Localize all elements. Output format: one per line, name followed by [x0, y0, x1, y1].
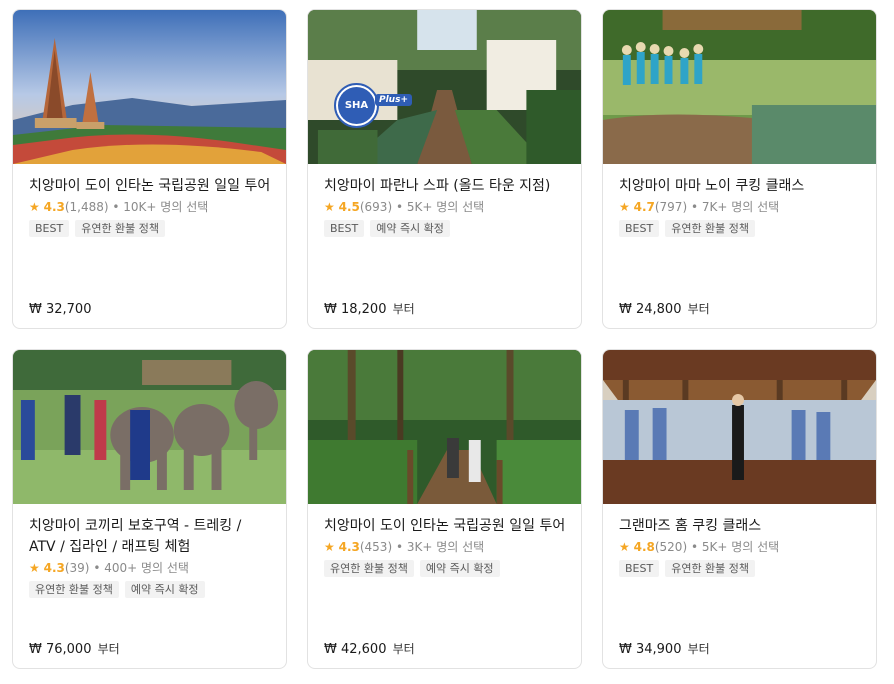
card-body: 치앙마이 도이 인타논 국립공원 일일 투어 ★ 4.3(1,488) • 10…	[29, 164, 272, 328]
tag-instant-confirm: 예약 즉시 확정	[419, 560, 500, 577]
price-suffix: 부터	[97, 642, 120, 656]
tag-instant-confirm: 예약 즉시 확정	[370, 220, 450, 237]
activity-card[interactable]: 치앙마이 코끼리 보호구역 - 트레킹 / ATV / 집라인 / 래프팅 체험…	[12, 349, 287, 669]
price-value: ₩ 18,200	[324, 302, 387, 317]
card-title[interactable]: 치앙마이 파란나 스파 (올드 타운 지점)	[324, 176, 567, 197]
tag-refund: 유연한 환불 정책	[665, 560, 756, 577]
card-body: 치앙마이 마마 노이 쿠킹 클래스 ★ 4.7(797) • 7K+ 명의 선택…	[619, 164, 862, 328]
tag-list: BEST 예약 즉시 확정	[324, 220, 567, 237]
rating-value: 4.3	[338, 540, 360, 554]
tag-list: BEST 유연한 환불 정책	[619, 220, 862, 237]
tag-best: BEST	[324, 220, 365, 237]
price-value: ₩ 42,600	[324, 642, 387, 657]
activity-card[interactable]: 그랜마즈 홈 쿠킹 클래스 ★ 4.8(520) • 5K+ 명의 선택 BES…	[602, 349, 877, 669]
tag-refund: 유연한 환불 정책	[665, 220, 756, 237]
rating-value: 4.3	[43, 561, 65, 575]
rating-value: 4.3	[43, 200, 65, 214]
tag-best: BEST	[619, 220, 660, 237]
star-icon: ★	[324, 200, 335, 214]
activity-card[interactable]: 치앙마이 마마 노이 쿠킹 클래스 ★ 4.7(797) • 7K+ 명의 선택…	[602, 9, 877, 329]
card-body: 치앙마이 코끼리 보호구역 - 트레킹 / ATV / 집라인 / 래프팅 체험…	[29, 504, 272, 668]
price: ₩ 34,900 부터	[619, 640, 710, 657]
cooking-class-photo	[603, 10, 876, 164]
activity-card[interactable]: SHA Plus+ 치앙마이 파란나 스파 (올드 타운 지점) ★ 4.5(6…	[307, 9, 582, 329]
price: ₩ 24,800 부터	[619, 300, 710, 317]
tag-list: 유연한 환불 정책 예약 즉시 확정	[29, 581, 272, 598]
rating-row: ★ 4.7(797) • 7K+ 명의 선택	[619, 198, 862, 216]
price-value: ₩ 32,700	[29, 302, 92, 317]
price: ₩ 42,600 부터	[324, 640, 415, 657]
tag-refund: 유연한 환불 정책	[75, 220, 166, 237]
tag-instant-confirm: 예약 즉시 확정	[124, 581, 205, 598]
booking-count: • 5K+ 명의 선택	[687, 540, 780, 554]
price-suffix: 부터	[392, 302, 415, 316]
star-icon: ★	[619, 540, 630, 554]
sha-certification-badge: SHA	[334, 83, 379, 128]
tag-list: 유연한 환불 정책 예약 즉시 확정	[324, 560, 567, 577]
rating-row: ★ 4.5(693) • 5K+ 명의 선택	[324, 198, 567, 216]
review-count: (39)	[64, 561, 90, 575]
review-count: (797)	[654, 200, 688, 214]
star-icon: ★	[324, 540, 335, 554]
card-image-home-cooking[interactable]	[603, 350, 876, 504]
price: ₩ 18,200 부터	[324, 300, 415, 317]
rating-value: 4.7	[633, 200, 655, 214]
tag-list: BEST 유연한 환불 정책	[29, 220, 272, 237]
activity-card[interactable]: 치앙마이 도이 인타논 국립공원 일일 투어 ★ 4.3(453) • 3K+ …	[307, 349, 582, 669]
rating-row: ★ 4.3(39) • 400+ 명의 선택	[29, 559, 272, 577]
home-cooking-photo	[603, 350, 876, 504]
review-count: (453)	[359, 540, 393, 554]
card-image-temple[interactable]	[13, 10, 286, 164]
booking-count: • 3K+ 명의 선택	[392, 540, 485, 554]
tag-list: BEST 유연한 환불 정책	[619, 560, 862, 577]
card-title[interactable]: 치앙마이 코끼리 보호구역 - 트레킹 / ATV / 집라인 / 래프팅 체험	[29, 516, 272, 558]
price-suffix: 부터	[687, 302, 710, 316]
card-title[interactable]: 치앙마이 도이 인타논 국립공원 일일 투어	[324, 516, 567, 537]
price-suffix: 부터	[687, 642, 710, 656]
card-body: 치앙마이 파란나 스파 (올드 타운 지점) ★ 4.5(693) • 5K+ …	[324, 164, 567, 328]
activity-card[interactable]: 치앙마이 도이 인타논 국립공원 일일 투어 ★ 4.3(1,488) • 10…	[12, 9, 287, 329]
tag-refund: 유연한 환불 정책	[324, 560, 414, 577]
tag-refund: 유연한 환불 정책	[29, 581, 119, 598]
card-body: 치앙마이 도이 인타논 국립공원 일일 투어 ★ 4.3(453) • 3K+ …	[324, 504, 567, 668]
review-count: (520)	[654, 540, 688, 554]
card-image-forest[interactable]	[308, 350, 581, 504]
card-body: 그랜마즈 홈 쿠킹 클래스 ★ 4.8(520) • 5K+ 명의 선택 BES…	[619, 504, 862, 668]
card-image-cooking[interactable]	[603, 10, 876, 164]
rating-value: 4.8	[633, 540, 655, 554]
price-value: ₩ 34,900	[619, 642, 682, 657]
price-suffix: 부터	[392, 642, 415, 656]
rating-value: 4.5	[338, 200, 360, 214]
tag-best: BEST	[29, 220, 70, 237]
rating-row: ★ 4.3(453) • 3K+ 명의 선택	[324, 538, 567, 556]
card-title[interactable]: 치앙마이 마마 노이 쿠킹 클래스	[619, 176, 862, 197]
review-count: (1,488)	[64, 200, 109, 214]
booking-count: • 5K+ 명의 선택	[392, 200, 485, 214]
forest-trail-photo	[308, 350, 581, 504]
card-image-elephant[interactable]	[13, 350, 286, 504]
booking-count: • 10K+ 명의 선택	[108, 200, 209, 214]
review-count: (693)	[359, 200, 393, 214]
temple-photo	[13, 10, 286, 164]
rating-row: ★ 4.3(1,488) • 10K+ 명의 선택	[29, 198, 272, 216]
rating-row: ★ 4.8(520) • 5K+ 명의 선택	[619, 538, 862, 556]
card-title[interactable]: 치앙마이 도이 인타논 국립공원 일일 투어	[29, 176, 272, 197]
star-icon: ★	[29, 561, 40, 575]
price: ₩ 32,700	[29, 302, 93, 317]
star-icon: ★	[619, 200, 630, 214]
star-icon: ★	[29, 200, 40, 214]
price-value: ₩ 24,800	[619, 302, 682, 317]
sha-badge-text: SHA	[338, 87, 375, 124]
tag-best: BEST	[619, 560, 660, 577]
card-title[interactable]: 그랜마즈 홈 쿠킹 클래스	[619, 516, 862, 537]
elephant-photo	[13, 350, 286, 504]
sha-plus-label: Plus+	[375, 94, 412, 106]
booking-count: • 400+ 명의 선택	[89, 561, 189, 575]
activity-grid: 치앙마이 도이 인타논 국립공원 일일 투어 ★ 4.3(1,488) • 10…	[0, 0, 894, 684]
price-value: ₩ 76,000	[29, 642, 92, 657]
price: ₩ 76,000 부터	[29, 640, 120, 657]
booking-count: • 7K+ 명의 선택	[687, 200, 780, 214]
card-image-spa[interactable]: SHA Plus+	[308, 10, 581, 164]
